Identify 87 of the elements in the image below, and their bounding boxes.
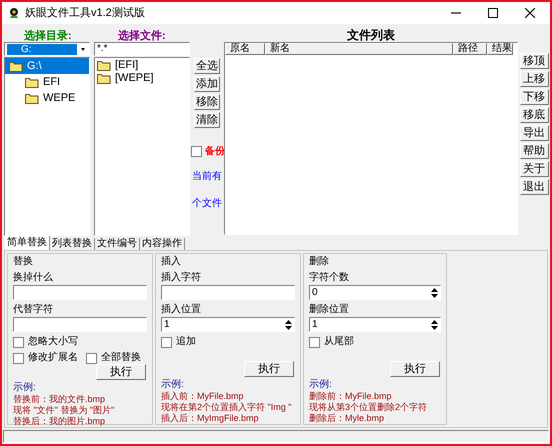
button[interactable]: 执行 — [96, 364, 146, 380]
button[interactable]: 移除 — [194, 94, 220, 110]
example-text: 现将 "文件" 替换为 "图片" — [13, 405, 116, 416]
spin-arrows-icon[interactable] — [284, 318, 293, 330]
button[interactable]: 全选 — [194, 58, 220, 74]
button[interactable]: 下移 — [520, 89, 548, 105]
folder-icon — [25, 76, 39, 88]
button[interactable]: 上移 — [520, 71, 548, 87]
file-list-title: 文件列表 — [346, 28, 396, 42]
folder-icon — [97, 73, 111, 84]
tab[interactable]: 列表替换 — [50, 238, 95, 250]
button[interactable]: 移顶 — [520, 53, 548, 69]
tree-item[interactable]: EFI — [5, 74, 89, 90]
input-field[interactable] — [161, 285, 295, 300]
example-text: 删除前：MyFile.bmp — [309, 391, 393, 402]
example-text: 删除后：Myle.bmp — [309, 413, 386, 424]
checkbox[interactable] — [13, 352, 24, 364]
tree-item[interactable]: G:\ — [5, 58, 89, 74]
window-title: 妖眼文件工具v1.2测试版 — [25, 6, 146, 21]
group-title: 删除 — [309, 256, 330, 268]
file-item[interactable]: [EFI] — [95, 59, 189, 72]
example-title: 示例: — [161, 379, 185, 391]
example-text: 替换后：我的图片.bmp — [13, 416, 106, 427]
button[interactable]: 清除 — [194, 112, 220, 128]
folder-icon — [97, 60, 111, 71]
button[interactable]: 添加 — [194, 76, 220, 92]
drive-text: G: — [7, 44, 77, 54]
example-text: 替换前：我的文件.bmp — [13, 394, 106, 405]
checkbox[interactable] — [309, 336, 320, 348]
example-text: 现将在第2个位置插入字符 "Img " — [161, 402, 292, 413]
column-header[interactable]: 路径 — [453, 43, 487, 55]
backup-label: 备份 — [205, 144, 225, 159]
spin-arrows-icon[interactable] — [430, 318, 439, 330]
close-icon[interactable] — [525, 8, 535, 18]
example-title: 示例: — [309, 379, 333, 391]
group-title: 插入 — [161, 256, 182, 268]
field-label: 删除位置 — [309, 303, 350, 316]
button[interactable]: 执行 — [390, 361, 440, 377]
spin-field[interactable]: 0 — [309, 285, 441, 300]
drive-dropdown[interactable]: G: — [4, 42, 90, 56]
field-label: 插入字符 — [161, 271, 202, 284]
column-header[interactable]: 原名 — [225, 43, 265, 55]
group-title: 替换 — [13, 256, 34, 268]
files-label: 选择文件: — [117, 28, 167, 42]
filter-field[interactable]: *.* — [94, 42, 190, 56]
tab[interactable]: 文件编号 — [95, 238, 140, 250]
example-text: 现将从第3个位置删除2个字符 — [309, 402, 428, 413]
column-header[interactable]: 结果 — [487, 43, 513, 55]
checkbox-label: 忽略大小写 — [28, 336, 78, 348]
current-count-label: 当前有 — [192, 170, 222, 184]
example-text: 插入后：MyImgFile.bmp — [161, 413, 260, 424]
button[interactable]: 导出 — [520, 125, 548, 141]
maximize-icon[interactable] — [488, 8, 498, 18]
app-icon — [8, 7, 20, 19]
tab[interactable]: 简单替换 — [5, 236, 50, 250]
input-field[interactable] — [13, 285, 147, 300]
checkbox-label: 修改扩展名 — [28, 352, 78, 364]
field-label: 插入位置 — [161, 303, 202, 316]
folder-icon — [25, 92, 39, 104]
checkbox[interactable] — [13, 336, 24, 348]
example-title: 示例: — [13, 382, 37, 394]
checkbox-label: 全部替换 — [101, 352, 141, 364]
file-count-label: 个文件 — [192, 196, 222, 211]
file-item[interactable]: [WEPE] — [95, 72, 189, 85]
spin-arrows-icon[interactable] — [430, 286, 439, 298]
checkbox[interactable] — [86, 352, 97, 364]
checkbox-label: 从尾部 — [324, 336, 354, 348]
button[interactable]: 关于 — [520, 161, 548, 177]
open-folder-icon — [9, 60, 23, 72]
field-label: 代替字符 — [13, 303, 54, 316]
field-label: 字符个数 — [309, 271, 350, 284]
button[interactable]: 帮助 — [520, 143, 548, 159]
button[interactable]: 移底 — [520, 107, 548, 123]
button[interactable]: 退出 — [520, 179, 548, 195]
tree-item[interactable]: WEPE — [5, 90, 89, 106]
spin-field[interactable]: 1 — [309, 317, 441, 332]
field-label: 换掉什么 — [13, 271, 54, 284]
directory-label: 选择目录: — [23, 28, 73, 42]
checkbox[interactable] — [191, 146, 202, 157]
checkbox[interactable] — [161, 336, 172, 348]
checkbox-label: 追加 — [176, 336, 196, 348]
button[interactable]: 执行 — [244, 361, 294, 377]
input-field[interactable] — [13, 317, 147, 332]
example-text: 插入前：MyFile.bmp — [161, 391, 245, 402]
spin-field[interactable]: 1 — [161, 317, 295, 332]
column-header[interactable]: 新名 — [265, 43, 453, 55]
tab[interactable]: 内容操作 — [140, 238, 185, 250]
